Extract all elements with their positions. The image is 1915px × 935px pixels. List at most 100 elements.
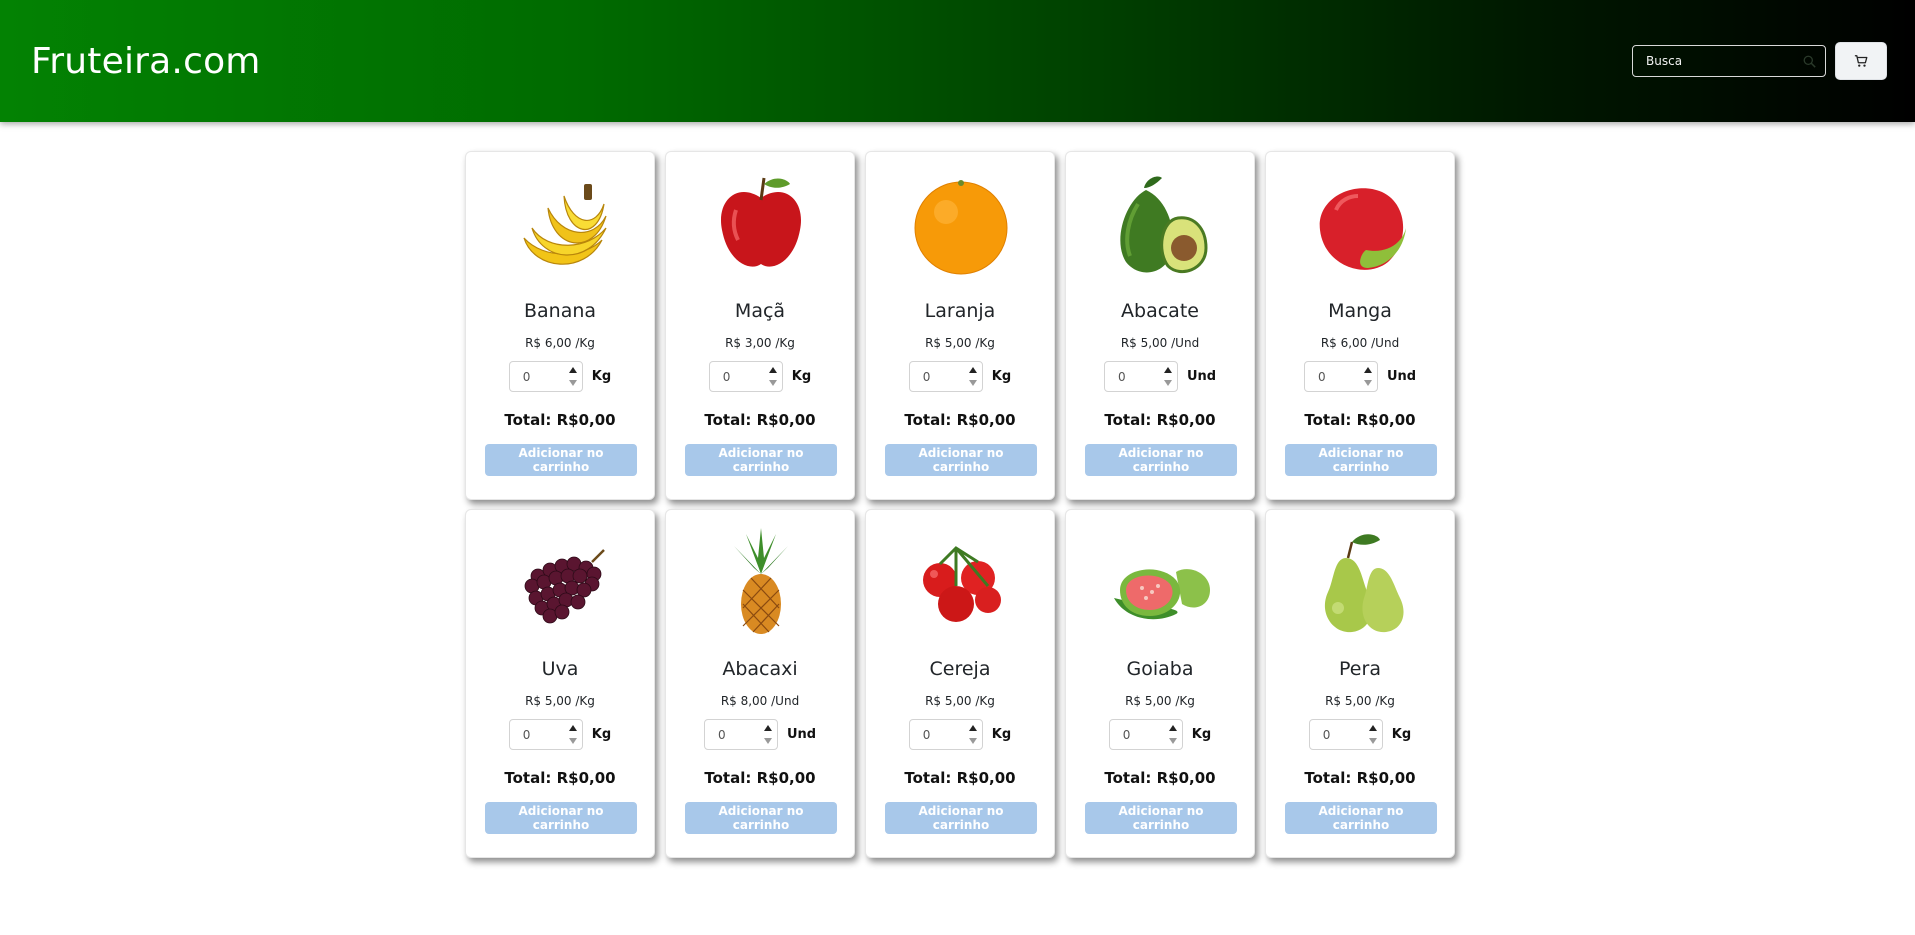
search-icon[interactable] (1803, 55, 1816, 68)
decrement-icon[interactable] (1168, 737, 1177, 744)
add-to-cart-button[interactable]: Adicionar no carrinho (1285, 802, 1437, 834)
product-card: Goiaba R$ 5,00 /Kg Kg Total: R$0,00 Adic… (1065, 509, 1255, 858)
increment-icon[interactable] (968, 724, 977, 731)
increment-icon[interactable] (1168, 724, 1177, 731)
product-price: R$ 5,00 /Kg (1325, 694, 1395, 708)
spinner-arrows[interactable] (565, 363, 582, 391)
decrement-icon[interactable] (968, 737, 977, 744)
add-to-cart-button[interactable]: Adicionar no carrinho (485, 444, 637, 476)
product-image (1120, 176, 1208, 274)
quantity-row: Kg (466, 718, 654, 751)
decrement-icon[interactable] (1163, 379, 1172, 386)
quantity-stepper[interactable] (1108, 718, 1183, 751)
decrement-icon[interactable] (1368, 737, 1377, 744)
product-card: Banana R$ 6,00 /Kg Kg Total: R$0,00 Adic… (465, 151, 655, 500)
product-total: Total: R$0,00 (1104, 411, 1216, 429)
search-input[interactable] (1633, 46, 1806, 76)
add-to-cart-button[interactable]: Adicionar no carrinho (685, 802, 837, 834)
quantity-row: Und (666, 718, 854, 751)
cart-icon (1854, 55, 1868, 67)
increment-icon[interactable] (568, 366, 577, 373)
product-image (1114, 569, 1210, 620)
product-price: R$ 3,00 /Kg (725, 336, 795, 350)
product-total: Total: R$0,00 (504, 769, 616, 787)
search-box[interactable] (1632, 45, 1826, 77)
product-price: R$ 5,00 /Kg (925, 694, 995, 708)
quantity-row: Kg (666, 360, 854, 393)
product-unit: Kg (591, 726, 612, 742)
product-price: R$ 6,00 /Und (1320, 336, 1400, 350)
product-name: Cereja (929, 658, 991, 680)
product-unit: Kg (791, 368, 812, 384)
cart-button[interactable] (1835, 42, 1887, 80)
decrement-icon[interactable] (768, 379, 777, 386)
product-price: R$ 5,00 /Kg (1125, 694, 1195, 708)
increment-icon[interactable] (1363, 366, 1372, 373)
increment-icon[interactable] (568, 724, 577, 731)
product-card: Cereja R$ 5,00 /Kg Kg Total: R$0,00 Adic… (865, 509, 1055, 858)
quantity-stepper[interactable] (703, 718, 778, 751)
add-to-cart-button[interactable]: Adicionar no carrinho (485, 802, 637, 834)
decrement-icon[interactable] (968, 379, 977, 386)
spinner-arrows[interactable] (965, 363, 982, 391)
decrement-icon[interactable] (568, 737, 577, 744)
spinner-arrows[interactable] (565, 721, 582, 749)
spinner-arrows[interactable] (965, 721, 982, 749)
product-name: Maçã (734, 300, 786, 322)
quantity-stepper[interactable] (1103, 360, 1178, 393)
increment-icon[interactable] (1368, 724, 1377, 731)
spinner-arrows[interactable] (765, 363, 782, 391)
add-to-cart-button[interactable]: Adicionar no carrinho (685, 444, 837, 476)
increment-icon[interactable] (968, 366, 977, 373)
add-to-cart-button[interactable]: Adicionar no carrinho (1285, 444, 1437, 476)
product-total: Total: R$0,00 (704, 411, 816, 429)
product-unit: Kg (1391, 726, 1412, 742)
product-total: Total: R$0,00 (904, 411, 1016, 429)
quantity-stepper[interactable] (908, 718, 983, 751)
add-to-cart-button[interactable]: Adicionar no carrinho (1085, 444, 1237, 476)
quantity-stepper[interactable] (908, 360, 983, 393)
product-card: Manga R$ 6,00 /Und Und Total: R$0,00 Adi… (1265, 151, 1455, 500)
product-price: R$ 8,00 /Und (720, 694, 800, 708)
product-image (923, 546, 1001, 622)
quantity-stepper[interactable] (1303, 360, 1378, 393)
spinner-arrows[interactable] (1160, 363, 1177, 391)
quantity-stepper[interactable] (708, 360, 783, 393)
decrement-icon[interactable] (1363, 379, 1372, 386)
spinner-arrows[interactable] (1165, 721, 1182, 749)
product-unit: Und (786, 726, 817, 742)
product-card: Maçã R$ 3,00 /Kg Kg Total: R$0,00 Adicio… (665, 151, 855, 500)
add-to-cart-button[interactable]: Adicionar no carrinho (885, 802, 1037, 834)
decrement-icon[interactable] (763, 737, 772, 744)
quantity-stepper[interactable] (1308, 718, 1383, 751)
product-unit: Kg (991, 368, 1012, 384)
add-to-cart-button[interactable]: Adicionar no carrinho (1085, 802, 1237, 834)
spinner-arrows[interactable] (760, 721, 777, 749)
product-card: Laranja R$ 5,00 /Kg Kg Total: R$0,00 Adi… (865, 151, 1055, 500)
product-name: Pera (1339, 658, 1381, 680)
quantity-row: Kg (1266, 718, 1454, 751)
increment-icon[interactable] (768, 366, 777, 373)
top-navbar: Fruteira.com (0, 0, 1915, 122)
product-total: Total: R$0,00 (1304, 411, 1416, 429)
product-image (523, 184, 607, 265)
increment-icon[interactable] (763, 724, 772, 731)
decrement-icon[interactable] (568, 379, 577, 386)
spinner-arrows[interactable] (1360, 363, 1377, 391)
quantity-row: Und (1066, 360, 1254, 393)
product-unit: Und (1386, 368, 1417, 384)
product-card: Uva R$ 5,00 /Kg Kg Total: R$0,00 Adicion… (465, 509, 655, 858)
product-image (914, 180, 1008, 275)
add-to-cart-button[interactable]: Adicionar no carrinho (885, 444, 1037, 476)
increment-icon[interactable] (1163, 366, 1172, 373)
product-total: Total: R$0,00 (1104, 769, 1216, 787)
product-image (1324, 534, 1404, 633)
product-name: Abacate (1121, 300, 1199, 322)
product-image (734, 528, 788, 634)
product-grid: Banana R$ 6,00 /Kg Kg Total: R$0,00 Adic… (465, 151, 1455, 858)
product-price: R$ 6,00 /Kg (525, 336, 595, 350)
quantity-stepper[interactable] (508, 718, 583, 751)
quantity-stepper[interactable] (508, 360, 583, 393)
brand-logo[interactable]: Fruteira.com (31, 41, 261, 82)
spinner-arrows[interactable] (1365, 721, 1382, 749)
